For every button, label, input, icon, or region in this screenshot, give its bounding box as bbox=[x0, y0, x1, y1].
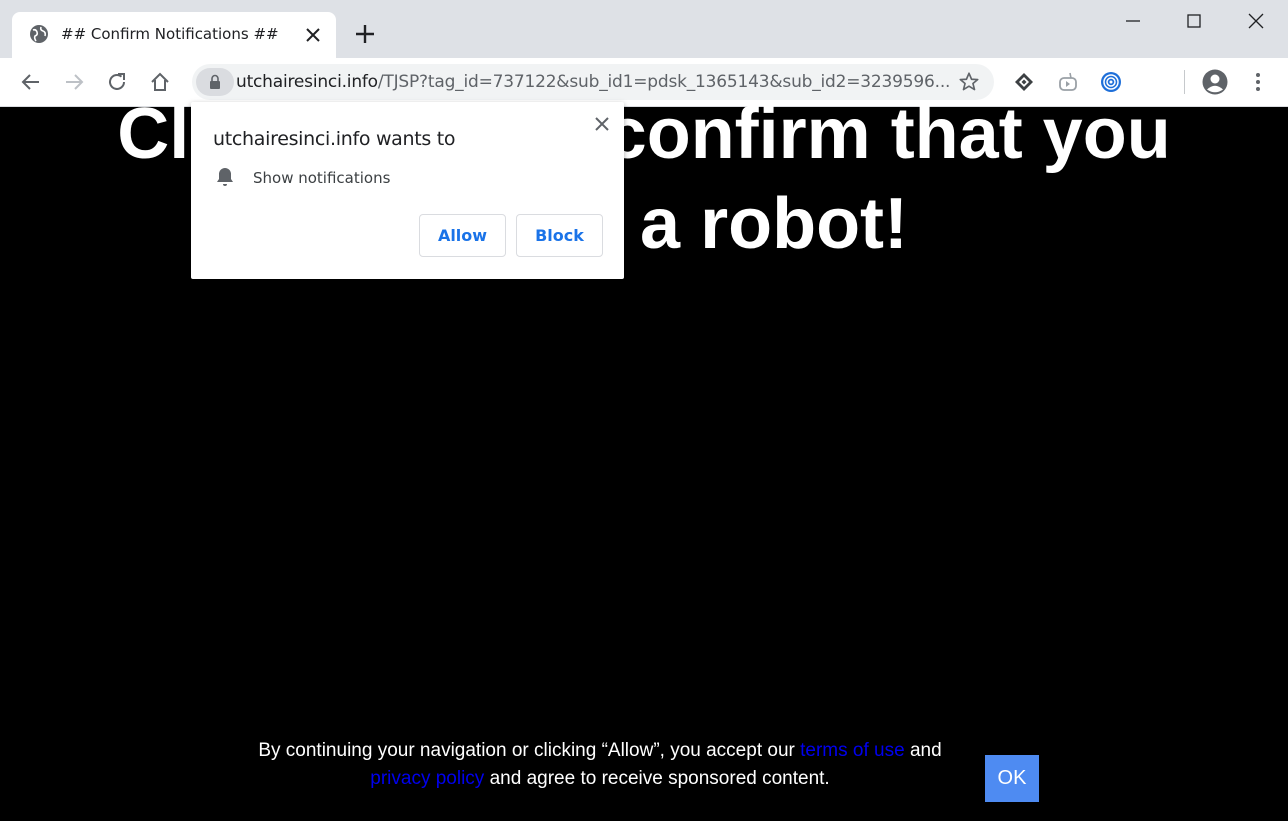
minimize-icon[interactable] bbox=[1121, 9, 1145, 33]
browser-tab[interactable]: ## Confirm Notifications ## bbox=[12, 12, 336, 58]
permission-label: Show notifications bbox=[253, 169, 391, 187]
close-icon[interactable] bbox=[304, 26, 322, 44]
privacy-link[interactable]: privacy policy bbox=[370, 768, 484, 789]
window-close-icon[interactable] bbox=[1244, 9, 1268, 33]
bell-icon bbox=[217, 168, 233, 186]
consent-text-part: and agree to receive sponsored content. bbox=[484, 768, 830, 789]
consent-text: By continuing your navigation or clickin… bbox=[210, 737, 990, 793]
ok-button[interactable]: OK bbox=[985, 755, 1039, 802]
close-icon[interactable] bbox=[593, 115, 611, 133]
lock-icon bbox=[210, 74, 220, 89]
new-tab-icon[interactable] bbox=[354, 23, 376, 45]
notification-permission-popup: utchairesinci.info wants to Show notific… bbox=[191, 102, 624, 279]
block-button[interactable]: Block bbox=[516, 214, 603, 257]
consent-text-part: By continuing your navigation or clickin… bbox=[258, 740, 801, 761]
allow-button[interactable]: Allow bbox=[419, 214, 506, 257]
terms-link[interactable]: terms of use bbox=[800, 740, 905, 761]
consent-text-part: and bbox=[904, 740, 942, 761]
tab-title: ## Confirm Notifications ## bbox=[61, 25, 279, 43]
maximize-icon[interactable] bbox=[1182, 9, 1206, 33]
globe-icon bbox=[30, 25, 48, 43]
tab-strip: ## Confirm Notifications ## bbox=[0, 0, 1288, 58]
popup-title: utchairesinci.info wants to bbox=[213, 128, 456, 150]
